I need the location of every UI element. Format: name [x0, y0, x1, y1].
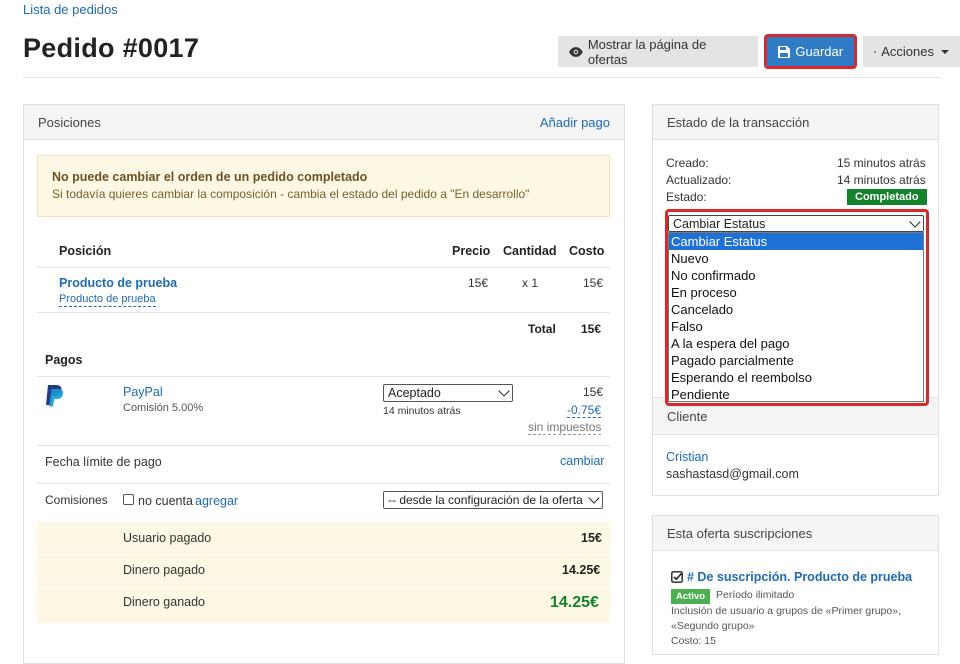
commission-config-select[interactable]: -- desde la configuración de la oferta -… — [383, 491, 603, 509]
change-status-select[interactable]: Cambiar Estatus — [668, 215, 924, 232]
payments-header-divider — [37, 376, 610, 377]
header-divider — [23, 77, 940, 78]
check-square-icon — [671, 571, 683, 583]
save-button-highlight: Guardar — [764, 34, 858, 69]
breadcrumb-orders-list[interactable]: Lista de pedidos — [23, 2, 118, 17]
subscriptions-panel: Esta oferta suscripciones — [652, 515, 939, 655]
table-header-divider — [37, 267, 610, 268]
positions-panel-header: Posiciones Añadir pago — [24, 105, 624, 140]
status-option-partially-paid[interactable]: Pagado parcialmente — [669, 352, 923, 369]
warning-title: No puede cambiar el orden de un pedido c… — [52, 170, 368, 184]
payment-fee-link[interactable]: -0.75€ — [567, 404, 602, 418]
col-cost: Costo — [569, 244, 605, 258]
money-paid-value: 14.25€ — [562, 563, 601, 577]
col-quantity: Cantidad — [503, 244, 557, 258]
completed-order-warning: No puede cambiar el orden de un pedido c… — [37, 155, 610, 217]
updated-label: Actualizado: — [666, 173, 732, 187]
money-earned-value: 14.25€ — [550, 594, 599, 611]
payment-status-value: Aceptado — [388, 386, 441, 400]
status-option-pending[interactable]: Pendiente — [669, 386, 923, 403]
show-offers-button[interactable]: Mostrar la página de ofertas — [558, 36, 759, 67]
save-button[interactable]: Guardar — [767, 37, 855, 66]
transaction-title: Estado de la transacción — [667, 114, 810, 130]
product-quantity: x 1 — [522, 276, 539, 290]
client-title: Cliente — [667, 408, 708, 424]
floppy-disk-icon — [778, 45, 791, 58]
payment-commission: Comisión 5.00% — [123, 402, 204, 414]
subscription-desc-line-1: Inclusión de usuario a grupos de «Primer… — [671, 605, 901, 617]
state-label: Estado: — [666, 190, 707, 204]
product-row-divider — [37, 312, 610, 313]
page-title: Pedido #0017 — [23, 33, 200, 63]
deadline-change-link[interactable]: cambiar — [560, 454, 604, 468]
subscription-desc-line-2: «Segundo grupo» — [671, 620, 755, 632]
commission-config-value: -- desde la configuración de la oferta -… — [388, 493, 586, 507]
product-cost: 15€ — [583, 276, 604, 290]
no-count-label: no cuenta — [138, 494, 193, 508]
commissions-label: Comisiones — [45, 493, 108, 507]
no-count-checkbox[interactable] — [123, 494, 134, 505]
client-name-link[interactable]: Cristian — [666, 450, 708, 464]
add-commission-link[interactable]: agregar — [195, 494, 238, 508]
toolbar: Mostrar la página de ofertas Guardar Acc… — [558, 34, 960, 69]
created-value: 15 minutos atrás — [837, 156, 926, 170]
bolt-icon — [874, 50, 877, 53]
chevron-down-icon — [588, 492, 600, 504]
actions-dropdown-button[interactable]: Acciones — [863, 36, 960, 67]
product-price: 15€ — [468, 276, 489, 290]
status-option-new[interactable]: Nuevo — [669, 250, 923, 267]
subscription-period: Período ilimitado — [716, 589, 795, 601]
subscriptions-panel-header: Esta oferta suscripciones — [653, 516, 938, 551]
subscription-item-link[interactable]: # De suscripción. Producto de prueba — [687, 570, 912, 584]
product-name-link[interactable]: Producto de prueba — [59, 276, 177, 290]
chevron-down-icon — [498, 385, 510, 397]
payment-status-time: 14 minutos atrás — [383, 405, 461, 417]
caret-down-icon — [941, 49, 949, 54]
no-tax-link[interactable]: sin impuestos — [528, 421, 602, 435]
chevron-down-icon — [909, 216, 921, 228]
transaction-panel-header: Estado de la transacción — [653, 105, 938, 140]
actions-label: Acciones — [881, 44, 934, 59]
user-paid-label: Usuario pagado — [123, 531, 212, 545]
client-email: sashastasd@gmail.com — [666, 467, 799, 481]
status-option-fake[interactable]: Falso — [669, 318, 923, 335]
show-offers-label: Mostrar la página de ofertas — [587, 36, 707, 67]
money-earned-label: Dinero ganado — [123, 595, 206, 609]
money-paid-label: Dinero pagado — [123, 563, 206, 577]
positions-title: Posiciones — [38, 114, 101, 130]
subscriptions-title: Esta oferta suscripciones — [667, 525, 813, 541]
warning-text: Si todavía quieres cambiar la composició… — [52, 187, 530, 201]
status-option-unconfirmed[interactable]: No confirmado — [669, 267, 923, 284]
total-label: Total — [528, 322, 556, 336]
status-option-change[interactable]: Cambiar Estatus — [669, 233, 923, 250]
payment-row-divider — [37, 445, 610, 446]
status-options-list: Cambiar Estatus Nuevo No confirmado En p… — [668, 232, 924, 402]
eye-icon — [569, 46, 583, 57]
change-status-value: Cambiar Estatus — [673, 216, 766, 231]
product-sub-link[interactable]: Producto de prueba — [59, 293, 156, 307]
payment-method-link[interactable]: PayPal — [123, 385, 163, 399]
add-payment-link[interactable]: Añadir pago — [540, 115, 610, 130]
save-label: Guardar — [795, 44, 844, 59]
user-paid-value: 15€ — [581, 531, 602, 545]
total-value: 15€ — [581, 322, 602, 336]
client-panel: Cliente — [652, 397, 939, 496]
status-option-awaiting-payment[interactable]: A la espera del pago — [669, 335, 923, 352]
payments-title: Pagos — [45, 353, 83, 367]
updated-value: 14 minutos atrás — [837, 173, 926, 187]
paypal-logo-icon — [46, 385, 64, 407]
payment-status-select[interactable]: Aceptado — [383, 384, 513, 402]
col-position: Posición — [59, 244, 112, 258]
status-option-awaiting-refund[interactable]: Esperando el reembolso — [669, 369, 923, 386]
col-price: Precio — [452, 244, 491, 258]
status-option-in-process[interactable]: En proceso — [669, 284, 923, 301]
status-option-cancelled[interactable]: Cancelado — [669, 301, 923, 318]
deadline-label: Fecha límite de pago — [45, 455, 162, 469]
status-badge: Completado — [847, 189, 927, 205]
subscription-cost: Costo: 15 — [671, 635, 716, 647]
subscription-active-badge: Activo — [671, 589, 711, 604]
payment-amount: 15€ — [583, 385, 604, 399]
created-label: Creado: — [666, 156, 709, 170]
deadline-row-divider — [37, 483, 610, 484]
